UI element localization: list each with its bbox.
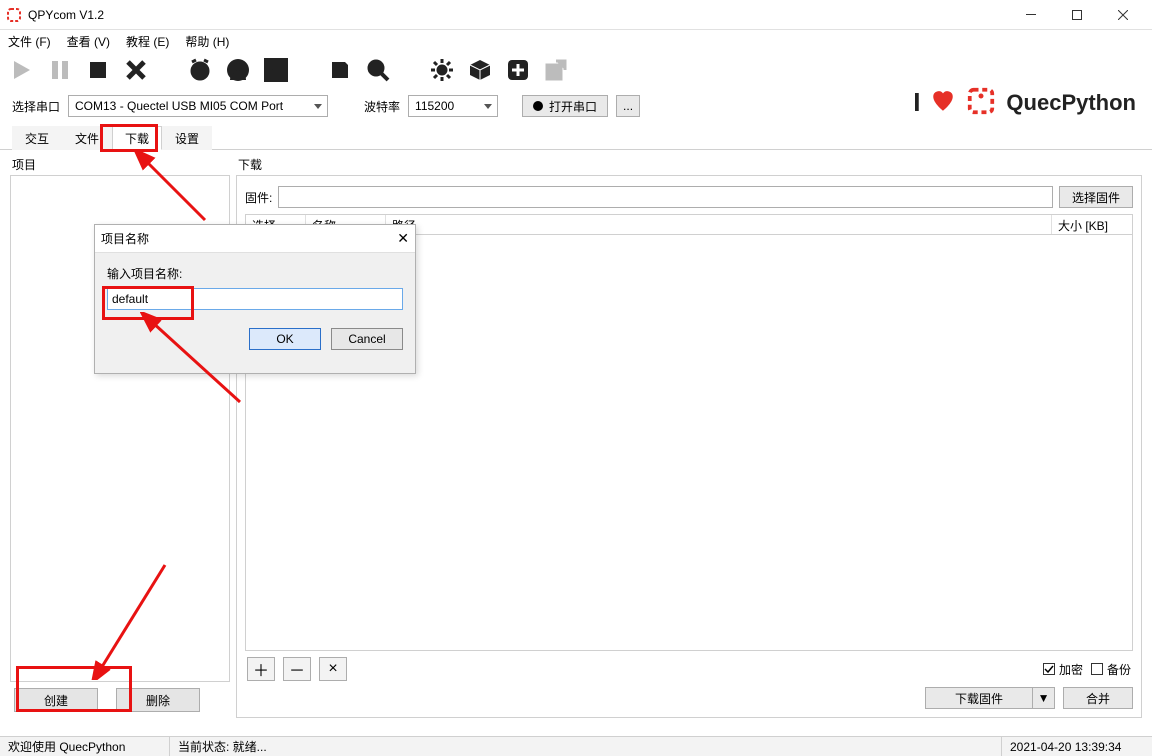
project-name-dialog: 项目名称 ✕ 输入项目名称: OK Cancel (94, 224, 416, 374)
minimize-button[interactable] (1008, 0, 1054, 30)
add-icon[interactable] (506, 58, 530, 82)
dialog-prompt: 输入项目名称: (107, 265, 403, 282)
dialog-close-icon[interactable]: ✕ (397, 230, 409, 247)
brand-name: QuecPython (1006, 90, 1136, 116)
project-label: 项目 (10, 156, 230, 175)
clear-files-button[interactable]: × (319, 657, 347, 681)
menu-view[interactable]: 查看 (V) (67, 33, 110, 50)
encrypt-checkbox[interactable]: 加密 (1043, 661, 1083, 678)
status-welcome: 欢迎使用 QuecPython (8, 741, 125, 753)
backup-checkbox[interactable]: 备份 (1091, 661, 1131, 678)
open-port-button[interactable]: 打开串口 (522, 95, 608, 117)
baud-label: 波特率 (364, 98, 400, 115)
tab-settings[interactable]: 设置 (162, 126, 212, 150)
pause-icon[interactable] (48, 58, 72, 82)
merge-button[interactable]: 合并 (1063, 687, 1133, 709)
status-time: 2021-04-20 13:39:34 (1002, 737, 1152, 756)
status-bar: 欢迎使用 QuecPython 当前状态: 就绪... 2021-04-20 1… (0, 736, 1152, 756)
window-title: QPYcom V1.2 (28, 8, 104, 22)
download-dropdown-button[interactable]: ▼ (1033, 687, 1055, 709)
search-icon[interactable] (366, 58, 390, 82)
col-path[interactable]: 路径 (386, 215, 1052, 234)
dialog-title: 项目名称 (101, 230, 149, 247)
gear-icon[interactable] (430, 58, 454, 82)
menu-bar: 文件 (F) 查看 (V) 教程 (E) 帮助 (H) (0, 30, 1152, 52)
status-dot-icon (533, 101, 543, 111)
alarm-icon[interactable] (188, 58, 212, 82)
dialog-cancel-button[interactable]: Cancel (331, 328, 403, 350)
firmware-label: 固件: (245, 189, 272, 206)
brand-i: I (913, 87, 920, 118)
more-button[interactable]: ... (616, 95, 640, 117)
menu-file[interactable]: 文件 (F) (8, 33, 51, 50)
heart-icon (930, 88, 956, 117)
box-icon[interactable] (468, 58, 492, 82)
close-icon[interactable] (124, 58, 148, 82)
delete-button[interactable]: 删除 (116, 688, 200, 712)
app-icon (6, 7, 22, 23)
create-button[interactable]: 创建 (14, 688, 98, 712)
svg-text:”: ” (268, 65, 274, 79)
project-name-input[interactable] (107, 288, 403, 310)
title-bar: QPYcom V1.2 (0, 0, 1152, 30)
menu-help[interactable]: 帮助 (H) (185, 33, 229, 50)
toolbar: ” (0, 52, 1152, 88)
external-link-icon[interactable] (544, 58, 568, 82)
col-size[interactable]: 大小 [KB] (1052, 215, 1132, 234)
remove-file-button[interactable]: － (283, 657, 311, 681)
close-window-button[interactable] (1100, 0, 1146, 30)
port-label: 选择串口 (12, 98, 60, 115)
baud-select[interactable]: 115200 (408, 95, 498, 117)
download-label: 下载 (236, 156, 1142, 175)
status-state: 当前状态: 就绪... (170, 737, 1002, 756)
tab-file[interactable]: 文件 (62, 126, 112, 150)
download-firmware-button[interactable]: 下载固件 (925, 687, 1033, 709)
choose-firmware-button[interactable]: 选择固件 (1059, 186, 1133, 208)
save-icon[interactable] (328, 58, 352, 82)
dialog-ok-button[interactable]: OK (249, 328, 321, 350)
add-file-button[interactable]: ＋ (247, 657, 275, 681)
tab-bar: 交互 文件 下载 设置 (0, 124, 1152, 150)
user-icon[interactable] (226, 58, 250, 82)
firmware-input[interactable] (278, 186, 1053, 208)
tab-interact[interactable]: 交互 (12, 126, 62, 150)
port-select[interactable]: COM13 - Quectel USB MI05 COM Port (68, 95, 328, 117)
brand: I QuecPython (913, 86, 1136, 119)
maximize-button[interactable] (1054, 0, 1100, 30)
stop-icon[interactable] (86, 58, 110, 82)
brand-logo-icon (966, 86, 996, 119)
menu-tutorial[interactable]: 教程 (E) (126, 33, 169, 50)
tab-download[interactable]: 下载 (112, 126, 162, 150)
play-icon[interactable] (10, 58, 34, 82)
quote-icon[interactable]: ” (264, 58, 288, 82)
